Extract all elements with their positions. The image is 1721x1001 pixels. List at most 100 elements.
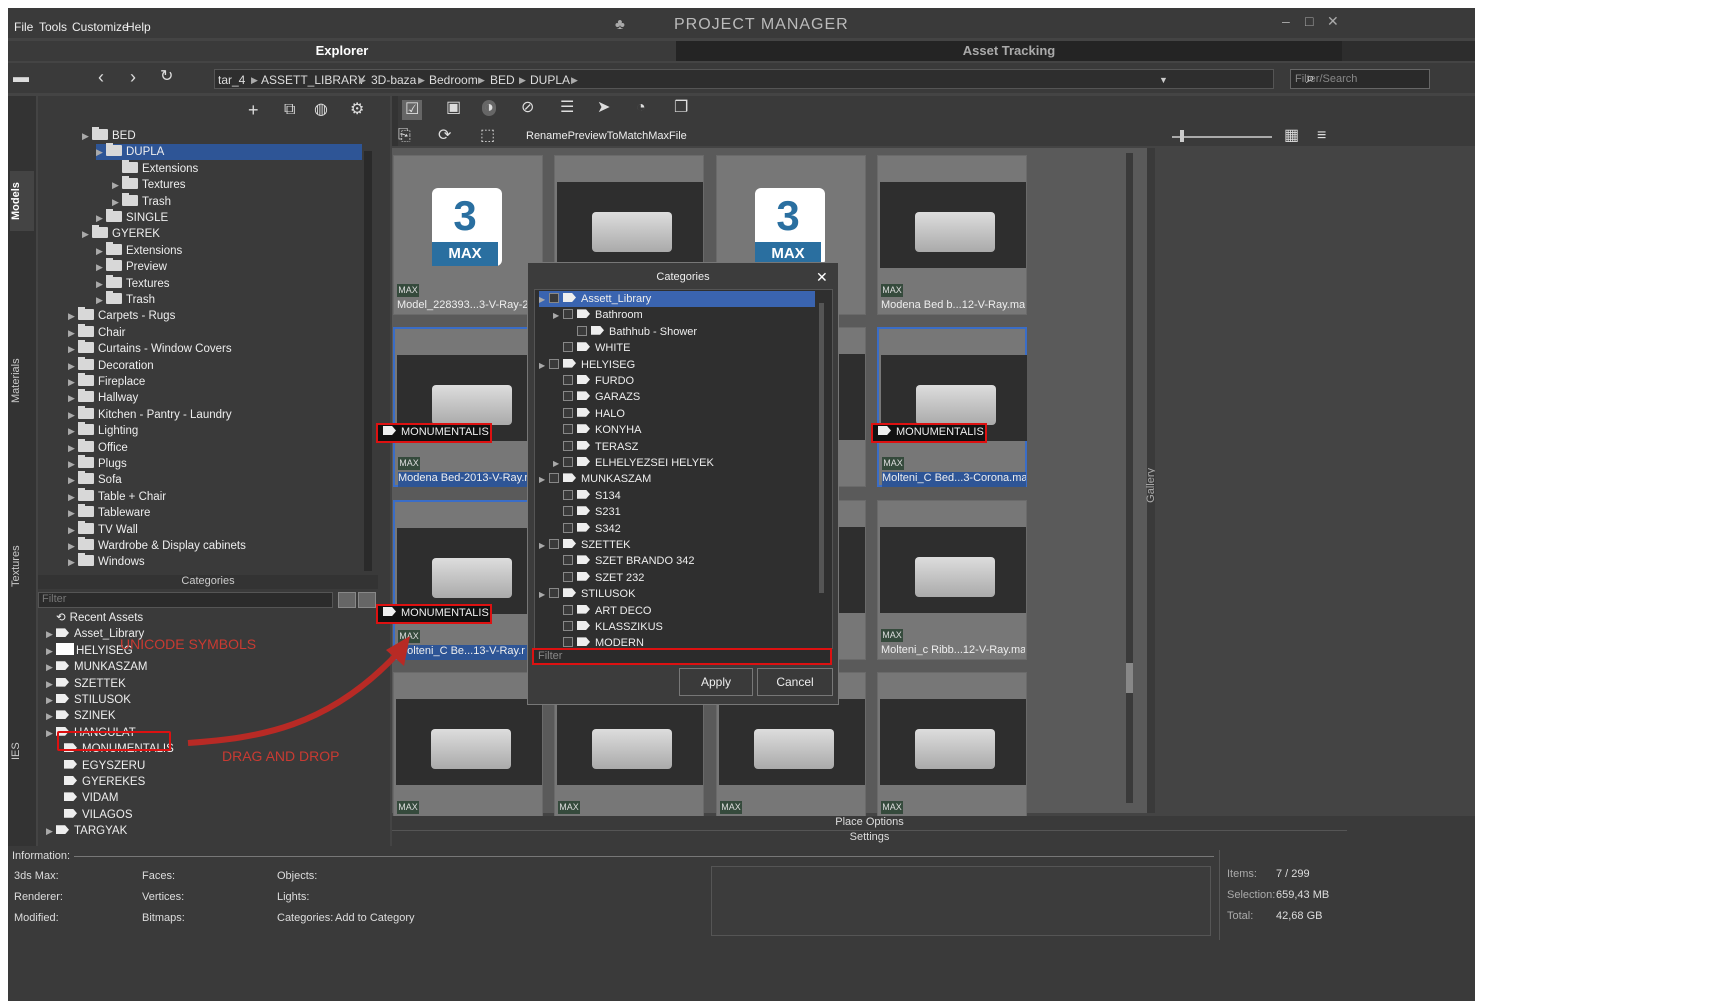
expand-arrow-icon[interactable]: ▶ [112,194,122,210]
dialog-category-item[interactable]: SZET BRANDO 342 [553,553,694,569]
crumb-1[interactable]: ASSETT_LIBRARY [261,73,365,87]
expand-arrow-icon[interactable]: ▶ [539,587,549,603]
folder-tree-item[interactable]: ▶ Windows [68,553,145,570]
crumb-3[interactable]: Bedroom [429,73,478,87]
folder-tree-item[interactable]: ▶ Curtains - Window Covers [68,340,232,357]
dialog-category-item[interactable]: S134 [553,488,621,504]
folder-tree-item[interactable]: ▶ Wardrobe & Display cabinets [68,537,246,554]
tree-scrollbar[interactable] [364,151,372,571]
expand-arrow-icon[interactable]: ▶ [68,358,78,374]
expand-arrow-icon[interactable]: ▶ [46,708,56,724]
dialog-category-item[interactable]: ▶ Bathroom [553,307,643,323]
expand-arrow-icon[interactable]: ▶ [96,210,106,226]
side-tab-ies[interactable]: IES [10,736,34,766]
zoom-slider[interactable] [1172,136,1272,138]
folder-tree-item[interactable]: ▶ SINGLE [96,209,168,226]
hide-icon[interactable]: ⊘ [521,100,534,116]
dialog-scrollbar[interactable] [819,303,824,593]
select-icon[interactable]: ☑ [402,100,423,120]
category-checkbox[interactable] [549,473,559,484]
globe-icon[interactable]: ◍ [314,102,328,118]
dialog-category-item[interactable]: ▶ HELYISEG [539,357,635,373]
add-to-category-link[interactable]: Add to Category [335,912,415,924]
category-checkbox[interactable] [577,325,587,336]
expand-arrow-icon[interactable]: ▶ [68,456,78,472]
menu-customize[interactable]: Customize [72,20,129,34]
dialog-category-item[interactable]: TERASZ [553,439,638,455]
asset-card[interactable]: MAX Modena Bed-2013-V-Ray.r [393,327,543,487]
category-checkbox[interactable] [563,604,573,615]
folder-tree-item[interactable]: ▶ Office [68,438,128,456]
expand-arrow-icon[interactable]: ▶ [96,243,106,259]
expand-arrow-icon[interactable]: ▶ [68,522,78,538]
crumb-4[interactable]: BED [490,73,515,87]
expand-arrow-icon[interactable]: ▶ [68,505,78,521]
dialog-category-item[interactable]: S342 [553,521,621,537]
category-item[interactable]: GYEREKES [64,774,145,790]
category-checkbox[interactable] [563,621,573,631]
expand-arrow-icon[interactable]: ▶ [68,390,78,406]
expand-arrow-icon[interactable]: ▶ [46,659,56,675]
expand-arrow-icon[interactable]: ▶ [46,643,56,659]
dialog-category-item[interactable]: ART DECO [553,603,651,619]
expand-arrow-icon[interactable]: ▶ [553,456,563,472]
dialog-category-item[interactable]: ▶ Assett_Library [539,291,815,307]
dialog-category-item[interactable]: SZET 232 [553,570,644,586]
category-checkbox[interactable] [563,375,573,385]
dialog-category-item[interactable]: ▶ SZETTEK [539,537,631,553]
categories-filter-input[interactable]: Filter [38,592,333,608]
category-checkbox[interactable] [549,539,559,549]
category-item[interactable]: VIDAM [64,790,118,806]
forward-icon[interactable]: › [130,68,136,86]
category-checkbox[interactable] [563,342,573,353]
dialog-close-icon[interactable]: ✕ [816,269,828,286]
expand-arrow-icon[interactable]: ▶ [68,325,78,341]
box-icon[interactable]: ⬚ [480,128,495,144]
folder-tree-item[interactable]: ▶ Extensions [96,241,182,259]
menu-tools[interactable]: Tools [39,20,67,34]
folder-tree-item[interactable]: ▶ Kitchen - Pantry - Laundry [68,405,232,423]
dialog-category-item[interactable]: HALO [553,406,625,422]
expand-arrow-icon[interactable]: ▶ [68,423,78,439]
back-icon[interactable]: ‹ [98,68,104,86]
rename-preview-button[interactable]: RenamePreviewToMatchMaxFile [526,130,687,142]
folder-tree-item[interactable]: ▶ Carpets - Rugs [68,307,175,324]
zoom-slider-handle[interactable] [1180,130,1184,142]
category-checkbox[interactable] [563,407,573,418]
settings-toggle[interactable]: Settings [392,831,1347,846]
crumb-2[interactable]: 3D-baza [371,73,416,87]
folder-tree-item[interactable]: ▶ Lighting [68,422,138,439]
render-icon[interactable]: ◑ [482,100,496,116]
folder-tree-item[interactable]: ▶ GYEREK [82,225,160,242]
expand-arrow-icon[interactable]: ▶ [96,144,106,160]
list-icon[interactable]: ☰ [560,100,574,116]
expand-arrow-icon[interactable]: ▶ [96,292,106,308]
expand-arrow-icon[interactable]: ▶ [68,472,78,488]
dialog-category-item[interactable]: GARAZS [553,389,640,405]
expand-arrow-icon[interactable]: ▶ [68,554,78,570]
dialog-category-item[interactable]: ▶ STILUSOK [539,586,635,602]
window-icon[interactable]: ⧉ [284,102,295,118]
folder-tree-item[interactable]: ▶ DUPLA [96,143,362,161]
dialog-category-item[interactable]: S231 [553,504,621,520]
breadcrumb[interactable]: tar_4 ▶ ASSETT_LIBRARY ▶ 3D-baza ▶ Bedro… [214,69,1274,89]
crumb-5[interactable]: DUPLA [530,73,570,87]
folder-tree-item[interactable]: ▶ Fireplace [68,373,145,390]
category-checkbox[interactable] [563,506,573,517]
expand-arrow-icon[interactable]: ▶ [96,259,106,275]
folder-tree-item[interactable]: ▶ Plugs [68,455,127,472]
breadcrumb-dropdown-icon[interactable]: ▼ [1159,75,1168,85]
folder-tree-item[interactable]: ▶ Chair [68,323,125,341]
expand-arrow-icon[interactable]: ▶ [96,276,106,292]
asset-card[interactable]: MAX Molteni_c Ribb...12-V-Ray.max [877,500,1027,660]
expand-arrow-icon[interactable]: ▶ [553,308,563,324]
tag-icon[interactable]: ➤ [597,100,610,116]
side-tab-materials[interactable]: Materials [10,346,34,416]
menu-file[interactable]: File [14,20,33,34]
add-icon[interactable]: + [248,101,259,119]
category-item[interactable]: EGYSZERU [64,758,145,774]
category-checkbox[interactable] [563,424,573,435]
category-item[interactable]: ▶ TARGYAK [46,823,127,839]
category-item[interactable]: ▶ SZETTEK [46,676,126,692]
expand-arrow-icon[interactable]: ▶ [68,538,78,554]
